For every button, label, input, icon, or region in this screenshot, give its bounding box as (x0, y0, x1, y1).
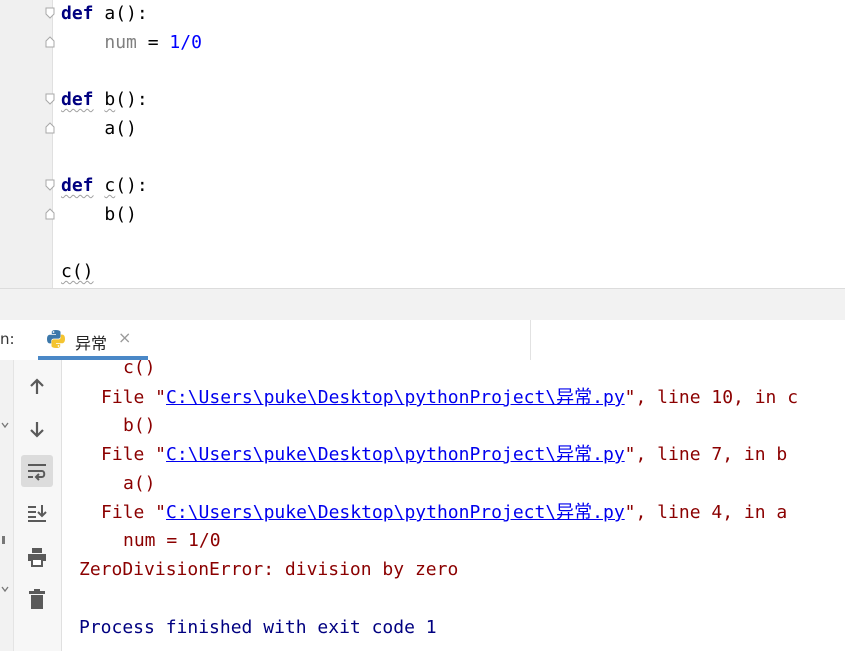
traceback-code-line: b() (123, 415, 156, 436)
code-line[interactable]: def c(): (61, 173, 148, 199)
file-path-link[interactable]: C:\Users\puke\Desktop\pythonProject\异常.p… (166, 444, 625, 465)
fold-end-icon[interactable] (45, 208, 55, 220)
fold-start-icon[interactable] (45, 179, 55, 191)
close-icon[interactable]: × (118, 328, 131, 347)
fold-end-icon[interactable] (45, 122, 55, 134)
arrow-indicator-icon (1, 586, 9, 593)
python-icon (47, 330, 65, 348)
fold-start-icon[interactable] (45, 7, 55, 19)
variable-num: num (104, 32, 137, 53)
code-line[interactable]: b() (61, 202, 137, 228)
tab-separator (530, 320, 531, 360)
trash-icon (29, 589, 45, 609)
arrow-indicator-icon (1, 422, 9, 429)
print-icon (28, 548, 46, 567)
traceback-file-line: File "C:\Users\puke\Desktop\pythonProjec… (101, 384, 798, 412)
assign-operator: = (136, 32, 170, 53)
function-params: (): (115, 175, 148, 196)
file-suffix: ", line 7, in b (624, 444, 788, 465)
soft-wrap-button[interactable] (21, 455, 53, 487)
process-exit-message: Process finished with exit code 1 (79, 617, 437, 638)
bar-indicator-icon (2, 536, 5, 544)
scroll-to-end-icon (28, 505, 47, 522)
code-line[interactable]: num = 1/0 (61, 30, 202, 56)
clear-all-button[interactable] (21, 583, 53, 615)
function-call: b() (104, 204, 137, 225)
file-prefix: File " (101, 502, 167, 523)
numeric-expression: 1/0 (169, 32, 202, 53)
function-signature: a(): (93, 3, 148, 24)
tab-run-config[interactable]: 异常 × (38, 320, 148, 360)
fold-start-icon[interactable] (45, 93, 55, 105)
run-tool-window-header: n: 异常 × (0, 320, 845, 360)
traceback-code-line: a() (123, 473, 156, 494)
function-call: c() (61, 261, 94, 282)
keyword-def: def (61, 175, 94, 196)
code-line[interactable]: c() (61, 259, 94, 285)
traceback-code-line: c() (123, 360, 156, 378)
traceback-file-line: File "C:\Users\puke\Desktop\pythonProjec… (101, 499, 787, 527)
file-path-link[interactable]: C:\Users\puke\Desktop\pythonProject\异常.p… (166, 502, 625, 523)
panel-splitter[interactable] (0, 288, 845, 321)
function-call: a() (104, 118, 137, 139)
file-suffix: ", line 4, in a (624, 502, 788, 523)
down-arrow-icon (30, 422, 44, 438)
file-prefix: File " (101, 387, 167, 408)
fold-end-icon[interactable] (45, 36, 55, 48)
traceback-file-line: File "C:\Users\puke\Desktop\pythonProjec… (101, 441, 787, 469)
code-line[interactable]: def a(): (61, 1, 148, 27)
console-toolbar (14, 360, 62, 651)
file-suffix: ", line 10, in c (624, 387, 799, 408)
side-strip (0, 360, 14, 651)
keyword-def: def (61, 3, 94, 24)
error-message: ZeroDivisionError: division by zero (79, 559, 459, 580)
function-name: b (104, 89, 116, 110)
code-line[interactable]: def b(): (61, 87, 148, 113)
print-button[interactable] (21, 541, 53, 573)
run-label: n: (0, 330, 15, 348)
tab-label: 异常 (75, 334, 108, 353)
console-output[interactable]: c() File "C:\Users\puke\Desktop\pythonPr… (62, 360, 845, 651)
file-path-link[interactable]: C:\Users\puke\Desktop\pythonProject\异常.p… (166, 387, 625, 408)
soft-wrap-icon (28, 464, 46, 481)
function-params: (): (115, 89, 148, 110)
down-arrow-button[interactable] (21, 413, 53, 445)
code-editor[interactable]: def a(): num = 1/0 def b(): a() def c():… (0, 0, 845, 288)
scroll-to-end-button[interactable] (21, 497, 53, 529)
file-prefix: File " (101, 444, 167, 465)
up-arrow-button[interactable] (21, 371, 53, 403)
up-arrow-icon (30, 378, 44, 394)
keyword-def: def (61, 89, 94, 110)
code-line[interactable]: a() (61, 116, 137, 142)
function-name: c (104, 175, 116, 196)
traceback-code-line: num = 1/0 (123, 530, 221, 551)
